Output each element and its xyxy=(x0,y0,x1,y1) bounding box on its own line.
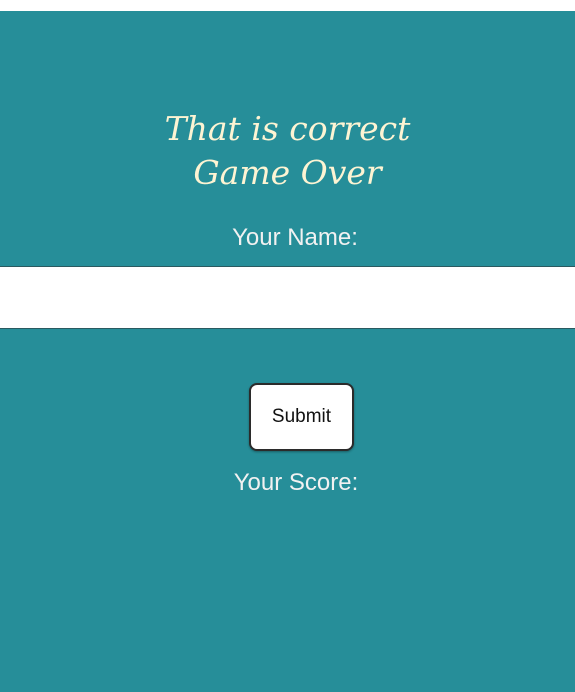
submit-button[interactable]: Submit xyxy=(249,383,354,451)
game-over-page: That is correct Game Over Your Name: Sub… xyxy=(0,0,575,692)
score-label: Your Score: xyxy=(233,469,359,496)
name-label: Your Name: xyxy=(232,224,358,251)
result-message: That is correct xyxy=(164,109,411,148)
name-input[interactable] xyxy=(0,267,575,328)
game-over-heading: Game Over xyxy=(193,153,382,192)
